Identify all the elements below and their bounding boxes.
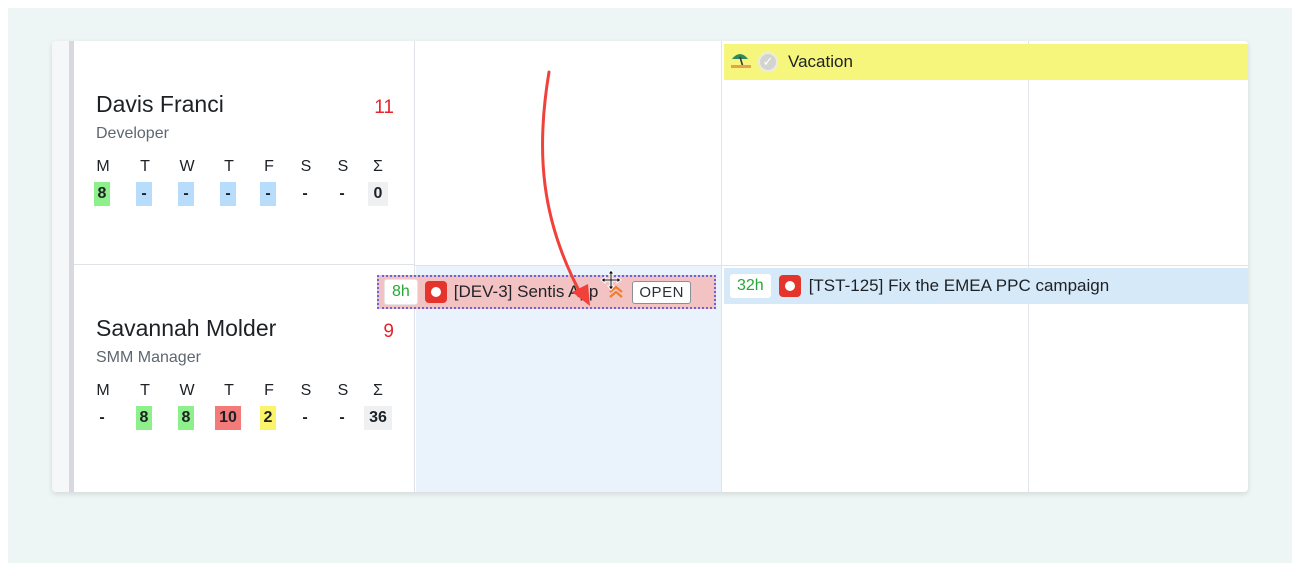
vacation-bar[interactable]: ✓ Vacation [724, 44, 1248, 80]
task-title: [TST-125] Fix the EMEA PPC campaign [808, 276, 1110, 295]
day-value: - [136, 182, 152, 206]
stop-record-icon [424, 281, 447, 303]
task-hours: 32h [730, 274, 771, 298]
person-role: Developer [96, 125, 169, 142]
day-header: F [264, 382, 274, 399]
status-badge: OPEN [632, 280, 691, 304]
row-divider [415, 265, 1248, 266]
dragged-task-card-dev-3[interactable]: 8h [DEV-3] Sentis App OPEN [377, 275, 716, 309]
person-role: SMM Manager [96, 349, 201, 366]
day-header: T [224, 158, 234, 175]
day-header: M [96, 158, 110, 175]
weekly-hours-summary: M T W T F S S Σ - 8 8 10 2 - - 36 [96, 382, 392, 442]
person-name: Davis Franci [96, 91, 224, 117]
vacation-label: Vacation [788, 52, 853, 71]
day-value: - [339, 185, 345, 202]
day-value: - [302, 185, 308, 202]
task-hours: 8h [384, 279, 418, 305]
day-header: T [140, 382, 150, 399]
day-header-sum: Σ [373, 158, 383, 175]
day-header: W [179, 382, 195, 399]
person-load-count: 9 [383, 321, 394, 342]
day-value: 2 [260, 406, 276, 430]
day-header: F [264, 158, 274, 175]
day-header: M [96, 382, 110, 399]
beach-umbrella-icon [730, 51, 752, 74]
day-header: W [179, 158, 195, 175]
day-value-sum: 0 [368, 182, 388, 206]
day-value-sum: 36 [364, 406, 392, 430]
day-header: S [337, 382, 349, 399]
stop-record-icon [778, 275, 801, 297]
check-circle-icon: ✓ [758, 52, 778, 72]
day-value: 8 [94, 182, 110, 206]
day-value: 10 [215, 406, 241, 430]
day-value: - [302, 409, 308, 426]
day-column[interactable] [1029, 41, 1248, 492]
day-value: 8 [178, 406, 194, 430]
day-header: T [224, 382, 234, 399]
day-column[interactable] [415, 41, 722, 492]
person-row-savannah-molder[interactable]: Savannah Molder SMM Manager 9 M T W T F … [74, 265, 415, 492]
move-cursor-icon [600, 269, 622, 291]
day-header-sum: Σ [373, 382, 383, 399]
day-value: - [339, 409, 345, 426]
day-value: - [220, 182, 236, 206]
day-value: 8 [136, 406, 152, 430]
day-header: S [300, 382, 312, 399]
resource-planner-board: Davis Franci Developer 11 M T W T F S S … [52, 41, 1248, 492]
day-value: - [99, 409, 105, 426]
task-title: [DEV-3] Sentis App [453, 282, 599, 301]
day-column[interactable] [722, 41, 1029, 492]
left-rail [52, 41, 74, 492]
day-value: - [260, 182, 276, 206]
person-load-count: 11 [374, 97, 394, 118]
day-header: S [300, 158, 312, 175]
task-bar-tst-125[interactable]: 32h [TST-125] Fix the EMEA PPC campaign [724, 268, 1248, 304]
day-value: - [178, 182, 194, 206]
person-row-davis-franci[interactable]: Davis Franci Developer 11 M T W T F S S … [74, 41, 415, 265]
person-name: Savannah Molder [96, 315, 277, 341]
day-header: T [140, 158, 150, 175]
weekly-hours-summary: M T W T F S S Σ 8 - - - - - - 0 [94, 158, 392, 218]
day-header: S [337, 158, 349, 175]
